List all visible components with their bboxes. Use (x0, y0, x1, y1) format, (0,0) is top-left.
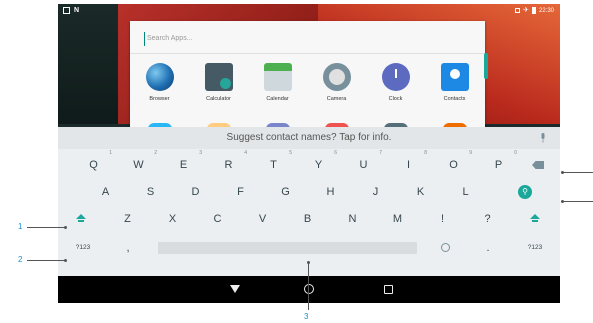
browser-icon (145, 63, 174, 91)
callout-backspace-line (562, 172, 593, 173)
symbols-key-left[interactable]: ?123 (66, 236, 100, 260)
keyboard-row-4: ?123 , . ?123 (58, 236, 560, 260)
callout-1-dot (64, 226, 67, 229)
keyboard-row-2: A S D F G H J K L ⚲ (58, 180, 560, 204)
app-label: Contacts (443, 96, 466, 102)
key-u[interactable]: U7 (341, 150, 386, 177)
suggestion-text[interactable]: Suggest contact names? Tap for info. (58, 127, 560, 149)
calendar-icon (263, 63, 292, 91)
key-d[interactable]: D (173, 180, 218, 204)
key-y[interactable]: Y6 (296, 150, 341, 177)
key-b[interactable]: B (285, 207, 330, 231)
key-k[interactable]: K (398, 180, 443, 204)
app-label: Browser (149, 96, 170, 102)
key-v[interactable]: V (240, 207, 285, 231)
app-calculator[interactable]: Calculator (189, 63, 248, 102)
shift-key-right[interactable] (520, 207, 550, 231)
backspace-key[interactable] (521, 153, 555, 177)
callout-3-label: 3 (304, 312, 309, 321)
key-e[interactable]: E3 (161, 150, 206, 177)
app-row: Browser Calculator Calendar Camera Clock (130, 63, 485, 102)
keyboard-row-1: Q1 W2 E3 R4 T5 Y6 U7 I8 O9 P0 (58, 150, 560, 177)
key-s[interactable]: S (128, 180, 173, 204)
space-bar[interactable] (158, 242, 417, 254)
emoji-key[interactable] (430, 236, 460, 260)
divider (130, 53, 485, 54)
app-label: Camera (326, 96, 347, 102)
comma-key[interactable]: , (113, 236, 143, 260)
period-key[interactable]: . (473, 236, 503, 260)
app-label: Calculator (206, 96, 231, 102)
key-j[interactable]: J (353, 180, 398, 204)
app-contacts[interactable]: Contacts (425, 63, 484, 102)
callout-2-dot (64, 259, 67, 262)
image-notification-icon (63, 7, 70, 14)
key-z[interactable]: Z (105, 207, 150, 231)
key-p[interactable]: P0 (476, 150, 521, 177)
key-i[interactable]: I8 (386, 150, 431, 177)
key-x[interactable]: X (150, 207, 195, 231)
callout-search-line (562, 201, 593, 202)
callout-3-dot (307, 261, 310, 264)
key-m[interactable]: M (375, 207, 420, 231)
search-icon: ⚲ (518, 185, 532, 199)
search-apps-input[interactable]: Search Apps... (144, 32, 324, 46)
app-drawer: Search Apps... Browser Calculator Calend… (130, 21, 488, 129)
search-key[interactable]: ⚲ (508, 180, 542, 204)
key-question[interactable]: ? (465, 207, 510, 231)
key-h[interactable]: H (308, 180, 353, 204)
status-time: 22:30 (538, 7, 554, 14)
app-browser[interactable]: Browser (130, 63, 189, 102)
navigation-bar (58, 276, 560, 303)
suggestion-strip[interactable]: Suggest contact names? Tap for info. (58, 127, 560, 149)
camera-icon (322, 63, 351, 91)
manual-figure: N ✈ 22:30 Search Apps... Browser Calcula… (0, 0, 593, 323)
contacts-icon (440, 63, 469, 91)
app-camera[interactable]: Camera (307, 63, 366, 102)
key-g[interactable]: G (263, 180, 308, 204)
callout-1-line (27, 227, 65, 228)
home-button[interactable] (294, 276, 324, 303)
emoji-icon (440, 243, 450, 252)
n-notification-icon: N (73, 7, 80, 14)
scroll-indicator[interactable] (484, 53, 488, 79)
key-c[interactable]: C (195, 207, 240, 231)
recents-button[interactable] (373, 276, 403, 303)
key-a[interactable]: A (83, 180, 128, 204)
callout-2-label: 2 (18, 255, 23, 264)
callout-3-line (308, 262, 309, 310)
key-o[interactable]: O9 (431, 150, 476, 177)
clock-icon (381, 63, 410, 91)
app-calendar[interactable]: Calendar (248, 63, 307, 102)
key-t[interactable]: T5 (251, 150, 296, 177)
backspace-icon (532, 161, 544, 169)
calculator-icon (204, 63, 233, 91)
key-r[interactable]: R4 (206, 150, 251, 177)
back-button[interactable] (220, 276, 250, 303)
key-w[interactable]: W2 (116, 150, 161, 177)
app-clock[interactable]: Clock (366, 63, 425, 102)
shift-icon (76, 214, 86, 224)
key-exclamation[interactable]: ! (420, 207, 465, 231)
symbols-key-right[interactable]: ?123 (516, 236, 554, 260)
signal-icon (515, 8, 521, 13)
shift-key-left[interactable] (66, 207, 96, 231)
mic-icon[interactable] (540, 133, 546, 143)
status-bar: N ✈ 22:30 (58, 4, 560, 18)
app-label: Clock (388, 96, 403, 102)
key-f[interactable]: F (218, 180, 263, 204)
app-label: Calendar (266, 96, 289, 102)
shift-icon (530, 214, 540, 224)
key-n[interactable]: N (330, 207, 375, 231)
tablet-screen: N ✈ 22:30 Search Apps... Browser Calcula… (58, 4, 560, 303)
key-q[interactable]: Q1 (71, 150, 116, 177)
callout-1-label: 1 (18, 222, 23, 231)
airplane-icon: ✈ (523, 7, 529, 14)
key-l[interactable]: L (443, 180, 488, 204)
callout-2-line (27, 260, 65, 261)
on-screen-keyboard: Suggest contact names? Tap for info. Q1 … (58, 127, 560, 276)
battery-icon (531, 7, 536, 14)
keyboard-row-3: Z X C V B N M ! ? (58, 207, 560, 231)
